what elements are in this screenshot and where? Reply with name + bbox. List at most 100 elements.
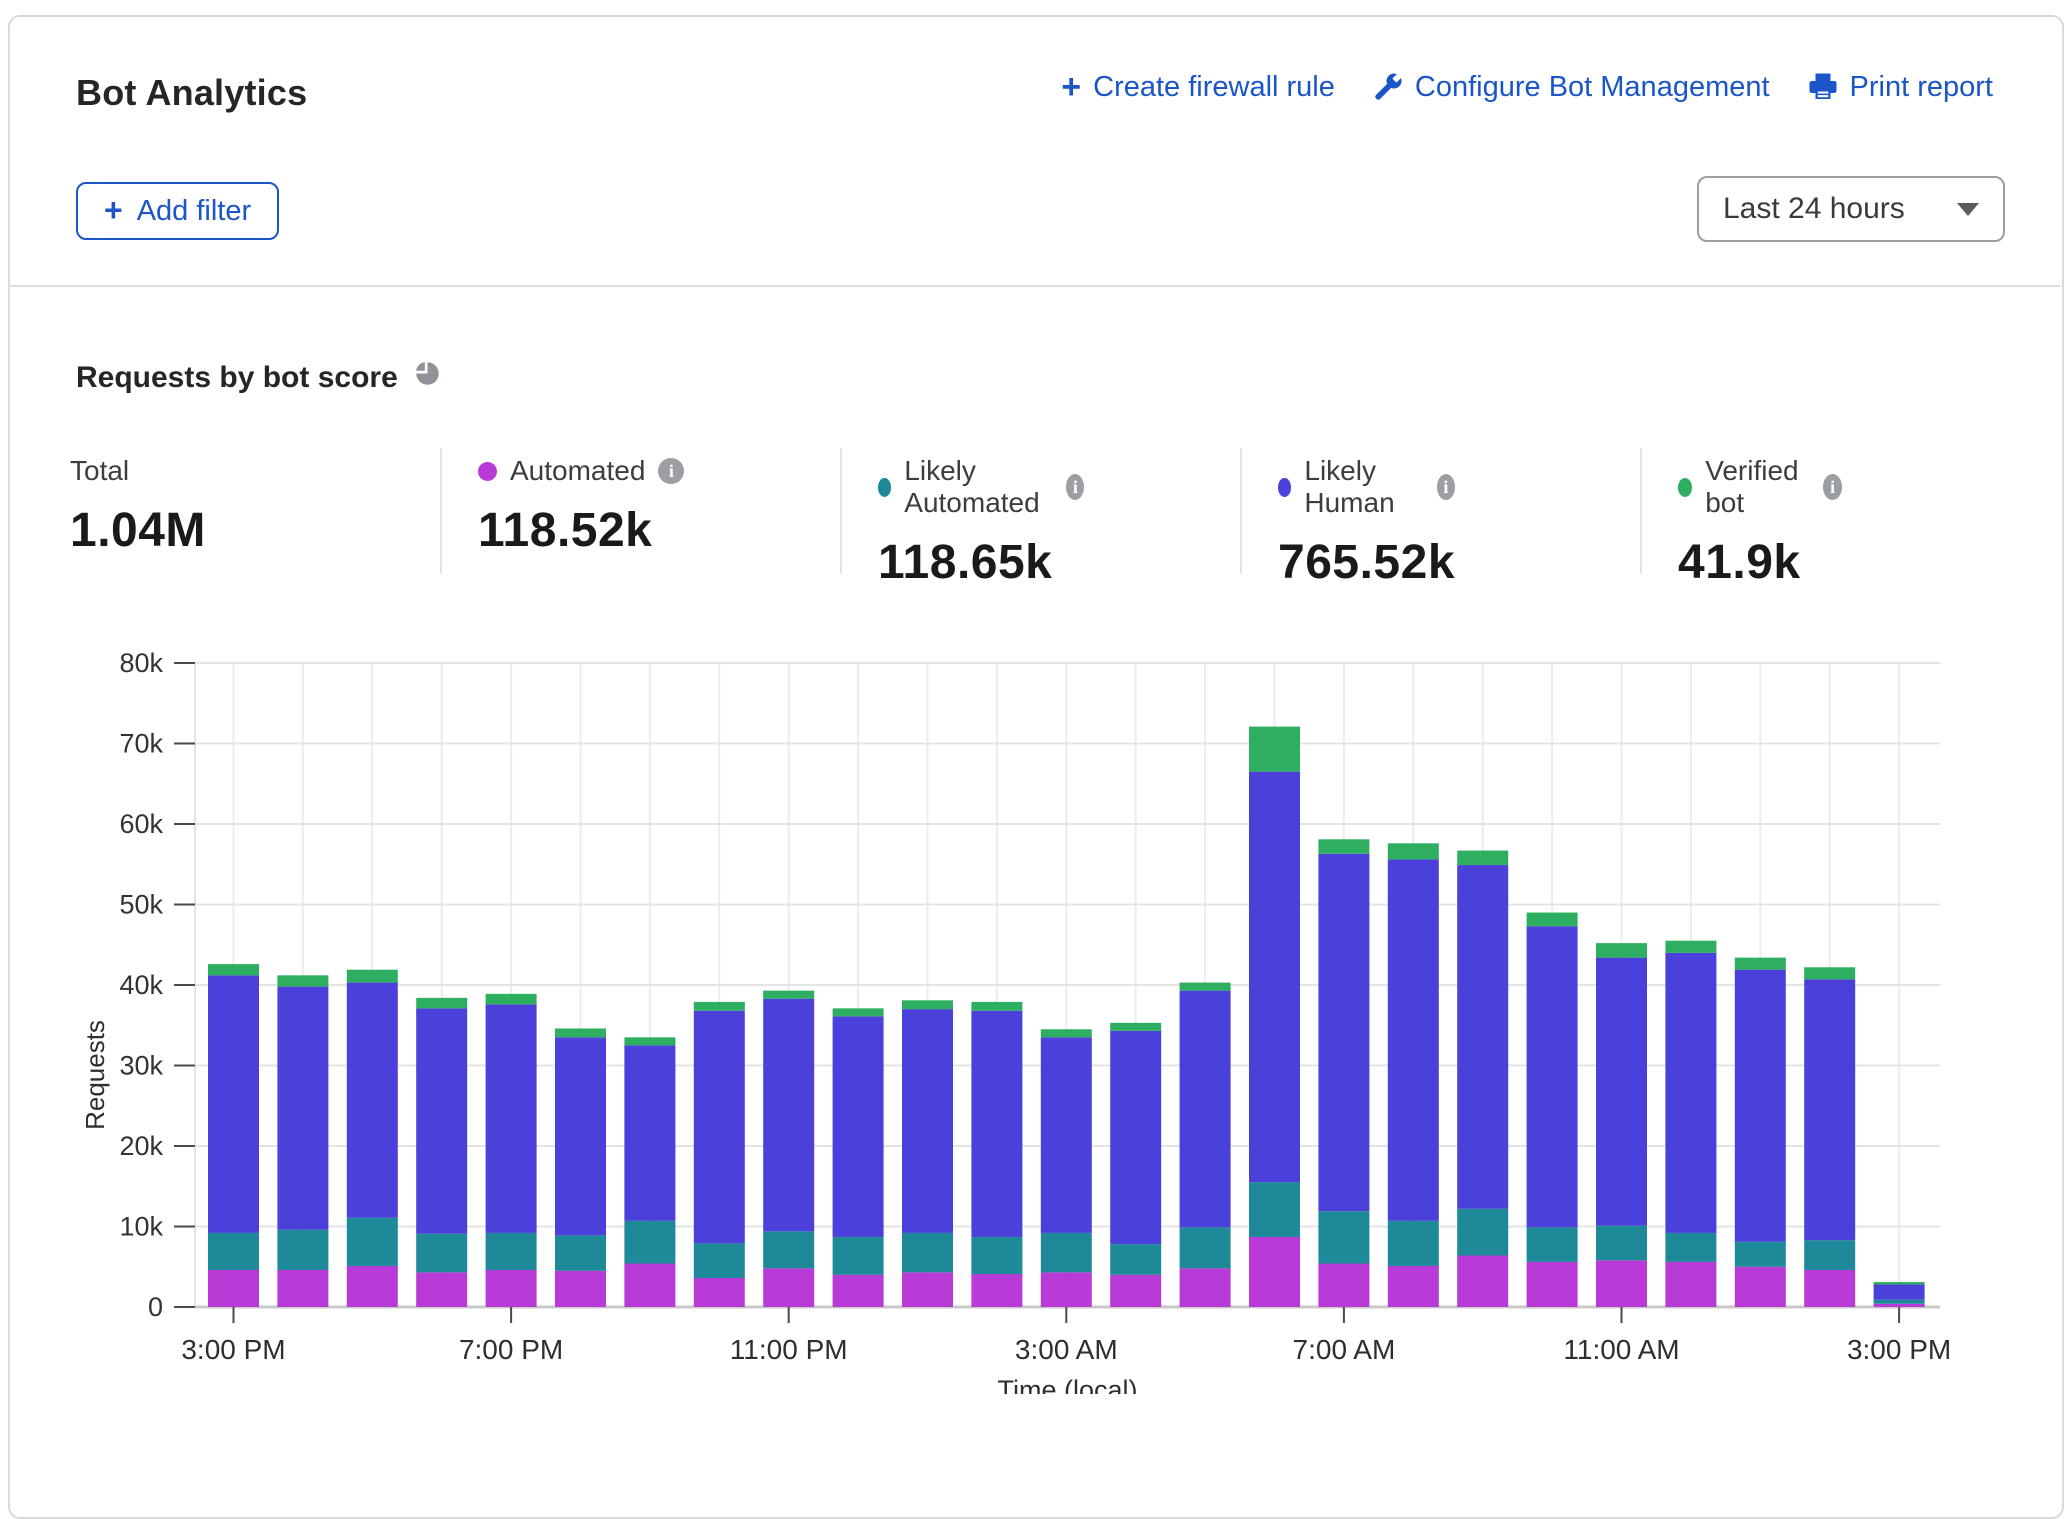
bar-segment-likely-human <box>1110 1031 1161 1244</box>
create-firewall-rule-label: Create firewall rule <box>1093 71 1335 104</box>
bar-segment-likely-human <box>486 1004 537 1233</box>
y-axis-tick-label: 0 <box>148 1292 163 1322</box>
configure-bot-management-label: Configure Bot Management <box>1415 71 1770 104</box>
bar-segment-verified-bot <box>486 994 537 1004</box>
bar-segment-verified-bot <box>1110 1023 1161 1031</box>
stat-divider <box>840 448 842 573</box>
bar-segment-verified-bot <box>208 964 259 975</box>
bar-segment-likely-human <box>1665 953 1716 1233</box>
create-firewall-rule-link[interactable]: + Create firewall rule <box>1061 70 1335 104</box>
bar-segment-likely-automated <box>208 1233 259 1270</box>
bar-segment-automated <box>902 1272 953 1307</box>
bar-segment-verified-bot <box>1180 983 1231 991</box>
bar-segment-automated <box>416 1272 467 1307</box>
likely-human-dot <box>1278 478 1291 497</box>
bar-segment-likely-automated <box>763 1231 814 1268</box>
print-report-link[interactable]: Print report <box>1808 71 1993 104</box>
y-axis-tick-label: 70k <box>119 729 163 759</box>
bar-segment-automated <box>694 1278 745 1307</box>
bar-segment-automated <box>1457 1255 1508 1307</box>
x-axis-tick-label: 11:00 AM <box>1563 1334 1679 1365</box>
bar-segment-likely-human <box>1804 979 1855 1240</box>
bar-segment-likely-human <box>971 1011 1022 1237</box>
wrench-icon <box>1373 72 1403 102</box>
bar-segment-verified-bot <box>833 1008 884 1016</box>
bar-segment-automated <box>1874 1304 1925 1307</box>
bar-segment-automated <box>1388 1266 1439 1307</box>
bar-segment-verified-bot <box>1457 851 1508 865</box>
stat-likely-automated-label: Likely Automated <box>904 455 1053 519</box>
print-report-label: Print report <box>1850 71 1993 104</box>
bar-segment-verified-bot <box>1596 943 1647 957</box>
bar-segment-likely-human <box>555 1037 606 1235</box>
y-axis-tick-label: 80k <box>119 648 163 678</box>
stat-verified-bot-label: Verified bot <box>1705 455 1810 519</box>
y-axis-tick-label: 40k <box>119 970 163 1000</box>
stat-divider <box>1240 448 1242 573</box>
bar-segment-verified-bot <box>763 991 814 999</box>
configure-bot-management-link[interactable]: Configure Bot Management <box>1373 71 1770 104</box>
bar-segment-likely-human <box>416 1008 467 1233</box>
bar-segment-automated <box>1804 1270 1855 1307</box>
add-filter-button[interactable]: + Add filter <box>76 182 279 240</box>
bar-segment-automated <box>1735 1267 1786 1307</box>
bar-segment-likely-automated <box>555 1235 606 1270</box>
info-icon[interactable]: i <box>1437 474 1455 500</box>
info-icon[interactable]: i <box>1066 474 1084 500</box>
bar-segment-automated <box>486 1270 537 1307</box>
y-axis-title: Requests <box>80 1020 110 1130</box>
bar-segment-likely-human <box>1249 772 1300 1183</box>
stat-likely-automated-value: 118.65k <box>878 535 1084 590</box>
bar-segment-verified-bot <box>416 998 467 1008</box>
bar-segment-likely-automated <box>902 1233 953 1272</box>
bar-segment-automated <box>208 1270 259 1307</box>
bar-segment-likely-automated <box>1665 1233 1716 1262</box>
bar-segment-verified-bot <box>1041 1029 1092 1037</box>
y-axis-tick-label: 20k <box>119 1131 163 1161</box>
bar-segment-automated <box>624 1264 675 1307</box>
bar-segment-verified-bot <box>1665 941 1716 953</box>
bar-segment-likely-automated <box>1388 1221 1439 1266</box>
bar-segment-verified-bot <box>347 970 398 983</box>
time-range-dropdown[interactable]: Last 24 hours <box>1697 176 2005 242</box>
time-range-value: Last 24 hours <box>1723 192 1905 226</box>
automated-dot <box>478 462 497 481</box>
bar-segment-likely-automated <box>1804 1240 1855 1270</box>
bar-segment-automated <box>555 1271 606 1307</box>
x-axis-title: Time (local) <box>997 1375 1137 1394</box>
bar-segment-likely-human <box>1180 991 1231 1228</box>
verified-bot-dot <box>1678 478 1692 497</box>
bar-segment-verified-bot <box>1527 913 1578 927</box>
bar-segment-likely-human <box>1318 854 1369 1211</box>
bar-segment-likely-human <box>1388 859 1439 1220</box>
header-actions: + Create firewall rule Configure Bot Man… <box>1061 70 1993 104</box>
bar-segment-likely-automated <box>416 1234 467 1273</box>
x-axis-tick-label: 11:00 PM <box>730 1334 848 1365</box>
bar-segment-likely-automated <box>1735 1242 1786 1267</box>
bar-segment-automated <box>1110 1275 1161 1307</box>
bar-segment-verified-bot <box>1735 958 1786 970</box>
bar-segment-verified-bot <box>1874 1282 1925 1284</box>
bar-segment-likely-automated <box>694 1243 745 1278</box>
add-filter-label: Add filter <box>137 195 251 228</box>
info-icon[interactable]: i <box>658 458 684 484</box>
bar-segment-automated <box>833 1275 884 1307</box>
bar-segment-automated <box>1527 1262 1578 1307</box>
bar-segment-likely-automated <box>1249 1182 1300 1237</box>
stat-automated-value: 118.52k <box>478 503 684 558</box>
stat-automated: Automated i 118.52k <box>478 455 684 558</box>
info-icon[interactable]: i <box>1823 474 1842 500</box>
bar-segment-likely-human <box>208 975 259 1233</box>
bar-segment-likely-human <box>1735 970 1786 1242</box>
bar-segment-automated <box>347 1266 398 1307</box>
requests-by-bot-score-chart: 010k20k30k40k50k60k70k80k3:00 PM7:00 PM1… <box>0 630 2070 1394</box>
stat-likely-human-label: Likely Human <box>1304 455 1423 519</box>
x-axis-tick-label: 3:00 PM <box>181 1334 285 1365</box>
y-axis-tick-label: 60k <box>119 809 163 839</box>
bar-segment-likely-automated <box>833 1237 884 1275</box>
bar-segment-verified-bot <box>555 1028 606 1037</box>
bar-segment-likely-automated <box>1318 1211 1369 1263</box>
bar-segment-automated <box>1041 1272 1092 1307</box>
x-axis-tick-label: 3:00 PM <box>1847 1334 1951 1365</box>
section-title-label: Requests by bot score <box>76 361 398 395</box>
